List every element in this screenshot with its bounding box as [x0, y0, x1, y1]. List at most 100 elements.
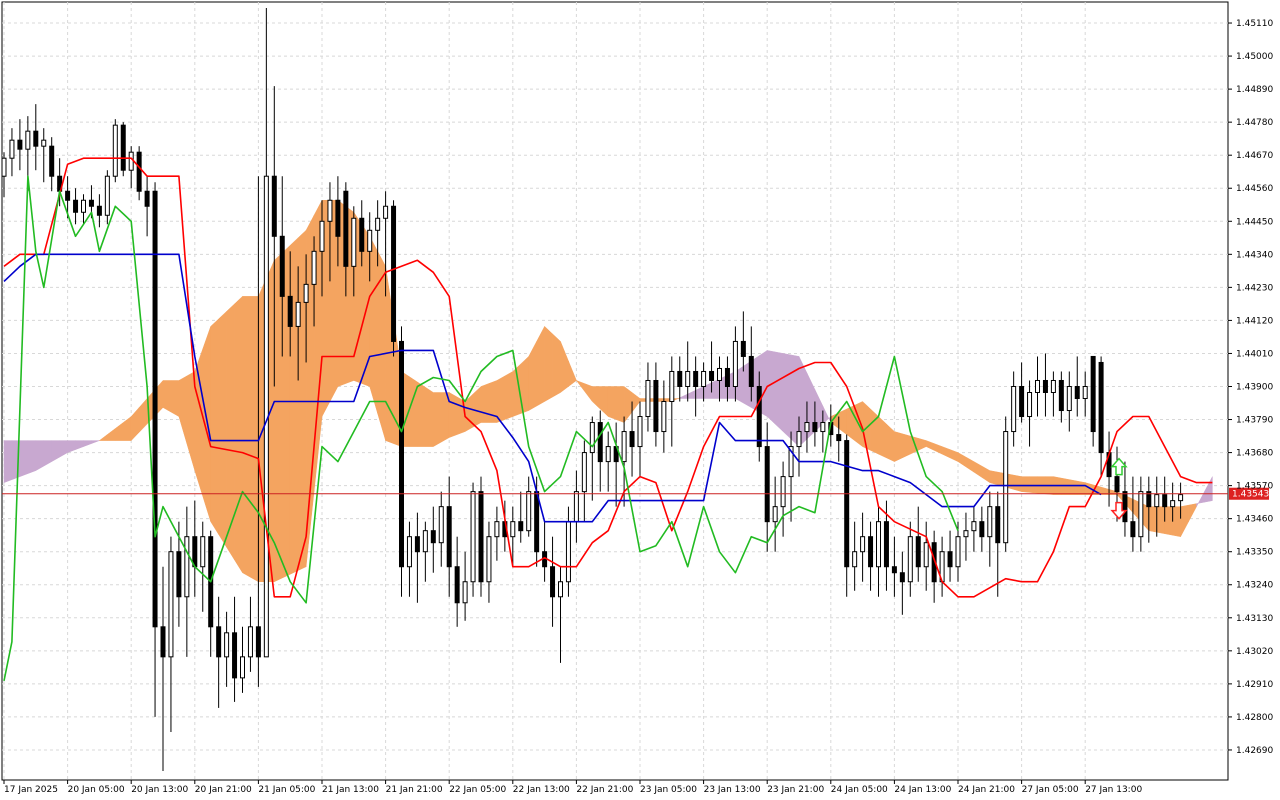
candle-bear	[17, 139, 23, 150]
cloud-segment	[433, 392, 442, 448]
candle-bull	[589, 422, 595, 454]
y-tick-label: 1.43570	[1236, 482, 1273, 492]
candle-bull	[717, 367, 722, 381]
candle-bull	[367, 229, 373, 252]
candle-bear	[136, 151, 142, 192]
candle-bull	[526, 491, 532, 532]
x-tick-label: 27 Jan 13:00	[1085, 785, 1142, 795]
cloud-segment	[894, 431, 903, 462]
candle-bear	[979, 521, 985, 538]
x-tick-label: 22 Jan 13:00	[513, 785, 570, 795]
candle-bull	[621, 431, 627, 463]
y-tick-label: 1.44120	[1236, 316, 1273, 326]
cloud-segment	[297, 229, 307, 571]
candle-bull	[963, 530, 969, 538]
candle-bull	[41, 139, 47, 147]
x-tick-label: 22 Jan 21:00	[576, 785, 633, 795]
cloud-segment	[774, 351, 784, 433]
time-axis: 17 Jan 2025 20 Jan 05:00 20 Jan 13:00 20 Ja…	[3, 780, 1142, 795]
cloud-segment	[480, 383, 490, 423]
candle-bear	[279, 235, 285, 297]
candle-bull	[438, 506, 444, 544]
cloud-segment	[766, 350, 776, 425]
candle-bear	[33, 130, 39, 147]
candle-bear	[88, 199, 94, 207]
y-tick-label: 1.43240	[1236, 581, 1273, 591]
cloud-segment	[1164, 506, 1173, 536]
y-tick-label: 1.44890	[1236, 85, 1273, 95]
candle-bull	[486, 536, 492, 583]
cloud-segment	[3, 440, 13, 483]
candle-bull	[1035, 379, 1040, 394]
candle-bull	[796, 431, 802, 448]
cloud-segment	[472, 385, 482, 428]
cloud-segment	[250, 296, 259, 583]
cloud-segment	[544, 325, 553, 402]
candle-bull	[168, 551, 174, 658]
cloud-segment	[19, 440, 29, 477]
x-tick-label: 23 Jan 05:00	[640, 785, 697, 795]
candle-bear	[255, 626, 261, 658]
cloud-segment	[369, 236, 378, 414]
candle-bear	[550, 566, 556, 598]
candle-bear	[947, 551, 953, 568]
cloud-segment	[43, 440, 52, 467]
y-tick-label: 1.43680	[1236, 449, 1273, 459]
y-tick-label: 1.43020	[1236, 647, 1273, 657]
candle-bull	[661, 401, 667, 433]
y-tick-label: 1.44010	[1236, 349, 1273, 359]
cloud-segment	[1156, 506, 1165, 534]
candle-bull	[327, 199, 333, 222]
cloud-segment	[989, 470, 998, 486]
candle-bear	[844, 440, 850, 568]
candle-bear	[812, 422, 818, 433]
candle-bull	[1050, 379, 1056, 394]
x-tick-label: 17 Jan 2025	[4, 785, 58, 795]
candle-bear	[534, 491, 540, 553]
y-tick-label: 1.43350	[1236, 548, 1273, 558]
candle-bear	[748, 355, 754, 387]
candle-bear	[216, 626, 222, 658]
cloud-segment	[1069, 479, 1078, 495]
candle-bull	[820, 422, 826, 433]
candle-bull	[971, 521, 977, 532]
candle-bull	[876, 521, 881, 568]
x-tick-label: 24 Jan 05:00	[831, 785, 888, 795]
candle-bear	[49, 145, 55, 177]
candle-bear	[1130, 521, 1136, 538]
cloud-segment	[1172, 506, 1181, 537]
cloud-segment	[170, 380, 180, 417]
candle-bull	[470, 491, 476, 583]
candle-bull	[923, 542, 929, 568]
cloud-segment	[194, 348, 203, 497]
cloud-segment	[607, 386, 617, 420]
cloud-segment	[226, 303, 235, 561]
price-axis: 1.45110 1.45000 1.44890 1.44780 1.44670 1.445…	[1228, 19, 1273, 756]
candle-bull	[987, 506, 993, 538]
candle-bear	[391, 205, 397, 342]
y-tick-label: 1.43130	[1236, 614, 1273, 624]
candle-bull	[406, 536, 412, 568]
candle-bear	[693, 370, 699, 387]
candle-bull	[200, 536, 206, 568]
candle-bear	[1074, 385, 1080, 400]
cloud-segment	[242, 296, 251, 578]
candle-bear	[868, 536, 874, 568]
candle-bear	[1098, 361, 1104, 454]
candle-bear	[1114, 476, 1120, 493]
candle-bear	[1090, 355, 1096, 433]
candle-bear	[1042, 379, 1048, 394]
candle-bear	[518, 521, 524, 532]
x-tick-label: 20 Jan 13:00	[131, 785, 188, 795]
y-tick-label: 1.43460	[1236, 515, 1273, 525]
candle-bear	[152, 190, 158, 628]
candle-bear	[335, 199, 341, 237]
candle-bull	[955, 536, 961, 568]
cloud-segment	[448, 392, 458, 438]
candle-bear	[677, 370, 683, 387]
ichimoku-candlestick-chart[interactable]: 1.43543 1.451101.450001.448901.447801.44…	[0, 0, 1280, 800]
candle-bear	[414, 536, 420, 553]
cloud-segment	[782, 353, 792, 440]
cloud-segment	[1148, 506, 1157, 533]
candle-bull	[1066, 385, 1072, 412]
